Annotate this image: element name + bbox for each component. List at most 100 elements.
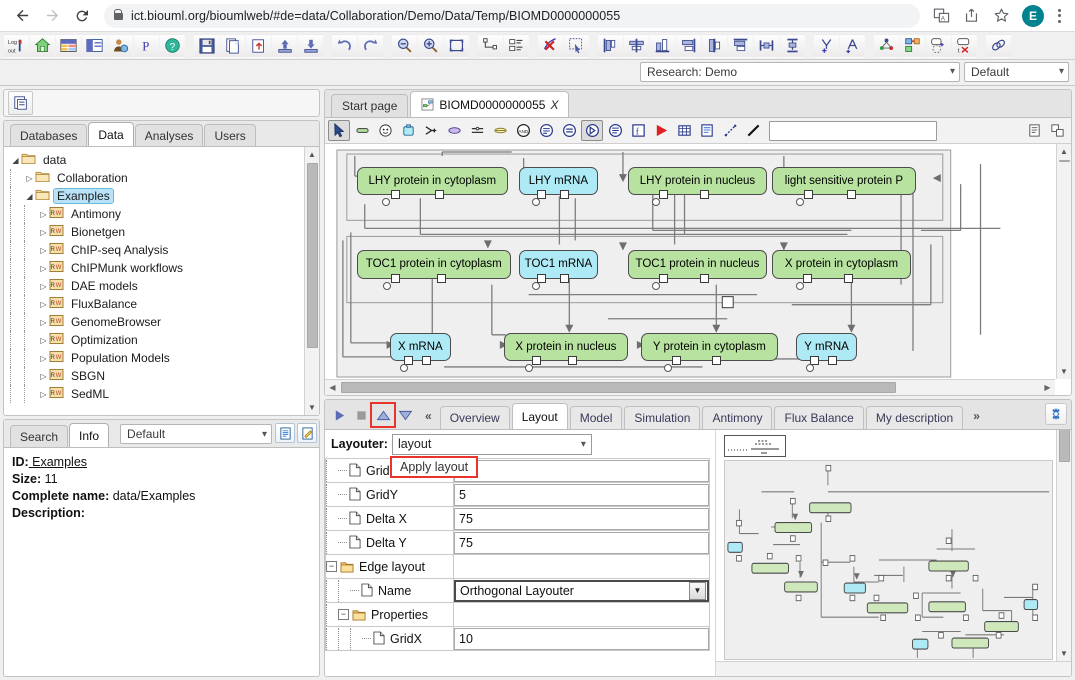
tree-item-dae-models[interactable]: ▷ R W DAE models: [10, 277, 304, 295]
diagram-search-input[interactable]: [769, 120, 937, 141]
tree-item-population-models[interactable]: ▷ R W Population Models: [10, 349, 304, 367]
node-port[interactable]: [700, 190, 710, 200]
scroll-up-arrow-icon[interactable]: ▲: [1056, 144, 1071, 159]
address-bar[interactable]: ict.biouml.org/bioumlweb/#de=data/Collab…: [104, 3, 920, 28]
collapse-toggle-icon[interactable]: −: [326, 561, 337, 572]
fit-button[interactable]: [444, 33, 469, 58]
scroll-down-arrow-icon[interactable]: ▼: [304, 400, 319, 415]
diagram-node[interactable]: Y protein in cytoplasm: [640, 332, 778, 365]
undo-button[interactable]: [332, 33, 357, 58]
tabs-scroll-left[interactable]: «: [425, 409, 432, 423]
scroll-down-arrow-icon[interactable]: ▼: [1056, 646, 1071, 661]
property-value-select[interactable]: Orthogonal Layouter ▼: [454, 579, 709, 602]
tabs-scroll-right[interactable]: »: [973, 409, 980, 423]
p-button[interactable]: P: [134, 33, 159, 58]
tree-item-optimization[interactable]: ▷ R W Optimization: [10, 331, 304, 349]
tree-item-sbgn[interactable]: ▷ R W SBGN: [10, 367, 304, 385]
tree-expander-icon[interactable]: ▷: [38, 336, 49, 345]
tab-layout[interactable]: Layout: [511, 403, 568, 429]
zoom-in-button[interactable]: [418, 33, 443, 58]
scroll-right-arrow-icon[interactable]: ▶: [1040, 380, 1055, 395]
tab-databases[interactable]: Databases: [10, 124, 88, 146]
tab-overview[interactable]: Overview: [439, 406, 510, 429]
align-bottom-button[interactable]: [650, 33, 675, 58]
node-port[interactable]: [531, 355, 541, 365]
layout-columns-button[interactable]: [82, 33, 107, 58]
scroll-left-arrow-icon[interactable]: ◀: [325, 380, 340, 395]
scroll-down-arrow-icon[interactable]: ▼: [1056, 364, 1071, 379]
info-edit-button[interactable]: [297, 423, 318, 443]
diagram-node[interactable]: X protein in cytoplasm: [771, 250, 911, 283]
cell-tool[interactable]: [374, 120, 396, 141]
node-port[interactable]: [536, 273, 546, 283]
avatar[interactable]: E: [1022, 4, 1044, 27]
home-button[interactable]: [30, 33, 55, 58]
tree-item-genomebrowser[interactable]: ▷ R W GenomeBrowser: [10, 313, 304, 331]
diagram-node[interactable]: TOC1 protein in nucleus: [627, 250, 767, 283]
tab-search[interactable]: Search: [10, 425, 69, 447]
tree-expander-icon[interactable]: ▷: [38, 246, 49, 255]
event-tool[interactable]: [535, 120, 557, 141]
property-value-input[interactable]: 10: [454, 627, 709, 650]
node-port[interactable]: [436, 273, 446, 283]
distribute-h-button[interactable]: [754, 33, 779, 58]
node-port[interactable]: [390, 190, 400, 200]
node-port[interactable]: [671, 355, 681, 365]
scroll-thumb[interactable]: [341, 382, 896, 393]
properties-view-button[interactable]: [1023, 120, 1045, 141]
diagram-canvas[interactable]: LHY protein in cytoplasm LHY mRNA LHY prot…: [325, 144, 1055, 379]
layouter-select[interactable]: layout ▾: [391, 433, 592, 455]
expand-down-button[interactable]: [395, 405, 415, 425]
forward-button[interactable]: [38, 2, 66, 30]
tree-item-collaboration[interactable]: ▷ Collaboration: [10, 169, 304, 187]
collapse-toggle-icon[interactable]: −: [338, 609, 349, 620]
remove-text-button[interactable]: t: [952, 33, 977, 58]
info-template-select[interactable]: Default ▾: [120, 424, 273, 444]
add-node-button[interactable]: [814, 33, 839, 58]
tree-item-fluxbalance[interactable]: ▷ R W FluxBalance: [10, 295, 304, 313]
scroll-up-arrow-icon[interactable]: ▲: [304, 147, 319, 162]
align-right-button[interactable]: [676, 33, 701, 58]
scroll-thumb[interactable]: [1058, 430, 1070, 462]
node-port[interactable]: [712, 355, 722, 365]
distribute-v-button[interactable]: [780, 33, 805, 58]
scroll-track[interactable]: [1057, 159, 1072, 364]
tree-item-sedml[interactable]: ▷ R W SedML: [10, 385, 304, 403]
tab-analyses[interactable]: Analyses: [134, 124, 204, 146]
tree-item-chipmunk-workflows[interactable]: ▷ R W ChIPMunk workflows: [10, 259, 304, 277]
share-button[interactable]: [958, 3, 984, 29]
diagram-node[interactable]: light sensitive protein P: [771, 167, 916, 200]
remove-button[interactable]: [538, 33, 563, 58]
tab-biomd[interactable]: BIOMD0000000055 X: [410, 91, 570, 117]
text-tool[interactable]: [696, 120, 718, 141]
tab-simulation[interactable]: Simulation: [624, 406, 701, 429]
tree-expander-icon[interactable]: ▷: [38, 390, 49, 399]
tree-item-data[interactable]: ◢ data: [10, 151, 304, 169]
diagram-node[interactable]: LHY protein in nucleus: [627, 167, 767, 200]
tree-item-antimony[interactable]: ▷ R W Antimony: [10, 205, 304, 223]
diagram-node[interactable]: LHY mRNA: [518, 167, 599, 200]
tab-users[interactable]: Users: [204, 124, 256, 146]
edge-line-tool[interactable]: [742, 120, 764, 141]
list-properties-button[interactable]: [504, 33, 529, 58]
research-select[interactable]: Research: Demo ▾: [640, 61, 960, 82]
stop-button[interactable]: [351, 405, 371, 425]
scroll-thumb[interactable]: [306, 163, 318, 348]
scroll-track[interactable]: [305, 162, 320, 400]
tab-data[interactable]: Data: [88, 122, 134, 146]
tab-model[interactable]: Model: [569, 406, 623, 429]
tree-expander-icon[interactable]: ▷: [38, 354, 49, 363]
tab-info[interactable]: Info: [69, 423, 110, 447]
collapse-up-button[interactable]: [370, 402, 396, 428]
node-port[interactable]: [559, 190, 569, 200]
tree-item-chip-seq-analysis[interactable]: ▷ R W ChIP-seq Analysis: [10, 241, 304, 259]
diagram-node[interactable]: X mRNA: [389, 332, 452, 365]
view-select[interactable]: Default ▾: [964, 61, 1069, 82]
equation-tool[interactable]: [558, 120, 580, 141]
run-tool[interactable]: [650, 120, 672, 141]
tab-start-page[interactable]: Start page: [331, 94, 409, 117]
scroll-thumb[interactable]: [1058, 160, 1070, 162]
tree-expander-icon[interactable]: ▷: [38, 282, 49, 291]
tree-expander-icon[interactable]: ◢: [24, 192, 35, 201]
property-value-input[interactable]: 75: [454, 531, 709, 554]
